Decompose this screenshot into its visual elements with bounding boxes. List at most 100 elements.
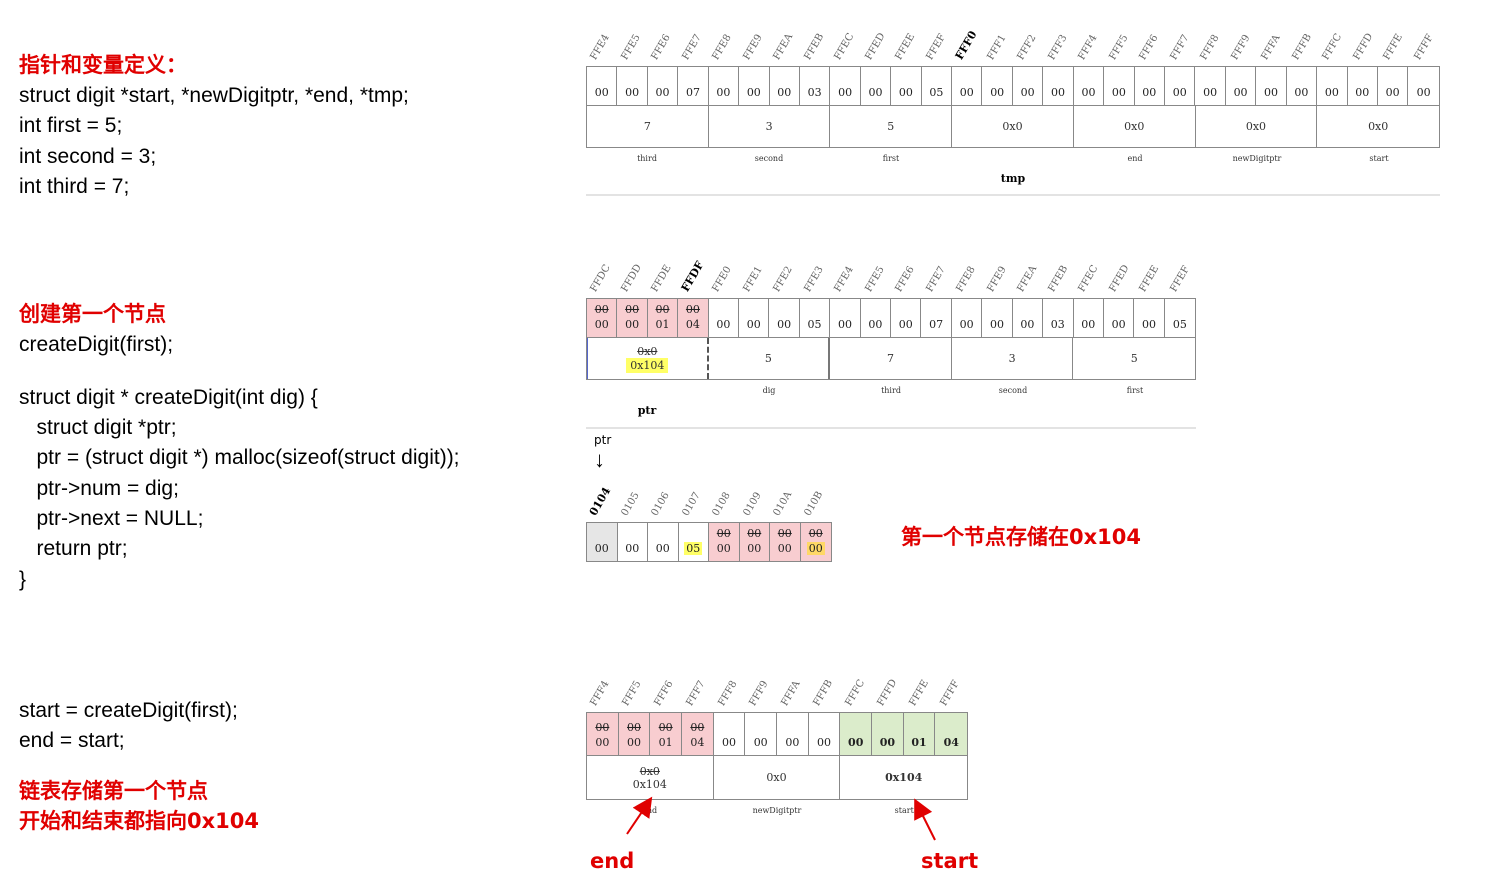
variable-name (952, 148, 1074, 170)
byte-cell: 00 (1348, 67, 1378, 105)
byte-cell: 00 (1256, 67, 1287, 105)
address-label: FFE7 (924, 264, 948, 294)
address-label: 0106 (649, 490, 672, 518)
byte-cell: 00 (1226, 67, 1257, 105)
byte-row: 00 00 00 05 00 00 00 00 00 00 00 00 (586, 522, 832, 562)
name-row: third second first end newDigitptr start (586, 148, 1440, 170)
address-label: FFF1 (985, 32, 1009, 62)
byte-cell: 00 (745, 713, 778, 755)
address-label: FFE0 (710, 264, 734, 294)
byte-row: 00 00 00 00 00 01 00 04 00 00 00 05 00 00 00… (586, 298, 1196, 338)
byte-cell: 00 (739, 299, 770, 337)
address-label: FFFC (843, 677, 868, 708)
byte-cell: 00 (861, 299, 892, 337)
address-label: FFFD (875, 677, 900, 708)
byte-cell-changed: 00 01 (647, 299, 679, 337)
variable-name: third (881, 386, 901, 395)
function-code-line: return ptr; (19, 537, 128, 560)
byte-cell: 00 (709, 67, 740, 105)
address-label: FFFE (1381, 32, 1406, 62)
variable-name: start (1369, 154, 1389, 163)
variable-name: first (1126, 386, 1144, 395)
heap-note: 第一个节点存储在0x104 (901, 525, 1141, 549)
value-row: 0x0 0x104 5 7 3 5 (586, 338, 1196, 380)
variable-name: start (894, 806, 914, 815)
address-label-bold: FFDF (678, 258, 707, 294)
address-label: FFDE (649, 263, 674, 294)
end-pointer-label: end (590, 849, 635, 873)
address-label: FFE2 (771, 264, 795, 294)
value-cell-newdigitptr: 0x0 (714, 756, 841, 799)
address-label: FFF4 (1076, 32, 1100, 62)
address-label: FFE1 (741, 264, 765, 294)
address-label: FFED (1107, 263, 1132, 294)
byte-cell-changed: 00 00 (770, 523, 801, 561)
address-label: FFFB (811, 678, 836, 708)
byte-row: 00 00 00 00 00 01 00 04 00 00 00 00 00 00 01… (586, 712, 968, 756)
address-label: FFFE (907, 678, 932, 708)
variable-name: end (1127, 154, 1143, 163)
byte-cell: 00 (952, 299, 983, 337)
value-row: 0x0 0x104 0x0 0x104 (586, 756, 968, 800)
address-label: FFEA (1015, 263, 1040, 294)
memory-diagram-heap: 0104 0105 0106 0107 0108 0109 010A 010B … (586, 464, 832, 562)
byte-cell-changed: 00 00 (709, 523, 740, 561)
address-label: FFEC (1076, 263, 1101, 294)
byte-cell: 07 (921, 299, 952, 337)
byte-cell: 00 (809, 713, 841, 755)
memory-diagram-start-end: FFF4 FFF5 FFF6 FFF7 FFF8 FFF9 FFFA FFFB … (586, 654, 968, 822)
address-label: FFF9 (1229, 32, 1253, 62)
variable-name: dig (762, 386, 776, 395)
address-label: FFE8 (954, 264, 978, 294)
byte-cell: 00 (1135, 67, 1166, 105)
byte-cell: 00 (891, 299, 922, 337)
value-cell-third: 7 (830, 338, 952, 379)
variable-name-empty (586, 380, 708, 402)
address-label: FFDD (619, 262, 644, 294)
address-label: FFEF (924, 32, 949, 62)
divider (586, 427, 1196, 429)
function-code-line: ptr->next = NULL; (19, 507, 204, 530)
address-label: FFFB (1290, 32, 1315, 62)
variable-name: third (637, 154, 657, 163)
byte-cell: 00 (1165, 67, 1196, 105)
function-code-line: struct digit *ptr; (19, 416, 177, 439)
byte-cell: 00 (1013, 67, 1044, 105)
memory-diagram-variables: FFE4 FFE5 FFE6 FFE7 FFE8 FFE9 FFEA FFEB … (586, 8, 1440, 185)
address-label: FFF9 (747, 678, 771, 708)
byte-cell: 05 (922, 67, 953, 105)
byte-cell: 00 (891, 67, 922, 105)
byte-cell-changed: 00 00 (587, 713, 619, 755)
variable-name: first (882, 154, 900, 163)
byte-cell: 00 (617, 67, 648, 105)
address-label: FFFC (1320, 31, 1345, 62)
byte-cell: 00 (709, 299, 740, 337)
address-label: FFEC (832, 31, 857, 62)
byte-cell: 00 (648, 67, 679, 105)
section3-code-line: start = createDigit(first); (19, 699, 238, 722)
address-label: FFEE (893, 31, 918, 62)
address-label: FFE4 (588, 32, 612, 62)
byte-cell: 00 (1104, 67, 1135, 105)
byte-cell-start: 01 (903, 713, 936, 755)
start-pointer-label: start (921, 849, 979, 873)
byte-cell-start: 04 (935, 713, 968, 755)
byte-cell-num: 05 (679, 523, 709, 561)
variable-name: second (998, 386, 1028, 395)
memory-diagram-createdigit: FFDC FFDD FFDE FFDF FFE0 FFE1 FFE2 FFE3 … (586, 240, 1196, 417)
byte-cell: 00 (1074, 299, 1104, 337)
address-label: FFE6 (649, 32, 673, 62)
function-code-line: } (19, 568, 27, 591)
address-label: FFE3 (802, 264, 826, 294)
divider (586, 194, 1440, 196)
function-code-line: ptr->num = dig; (19, 477, 179, 500)
byte-cell: 00 (1317, 67, 1348, 105)
address-row: FFF4 FFF5 FFF6 FFF7 FFF8 FFF9 FFFA FFFB … (586, 654, 968, 712)
byte-cell: 00 (952, 67, 983, 105)
section1-code-line: int second = 3; (19, 145, 157, 168)
name-row: end newDigitptr start (586, 800, 968, 822)
byte-cell: 00 (618, 523, 648, 561)
address-label: FFDC (588, 262, 613, 294)
address-label: FFF3 (1046, 32, 1070, 62)
byte-cell: 05 (800, 299, 831, 337)
